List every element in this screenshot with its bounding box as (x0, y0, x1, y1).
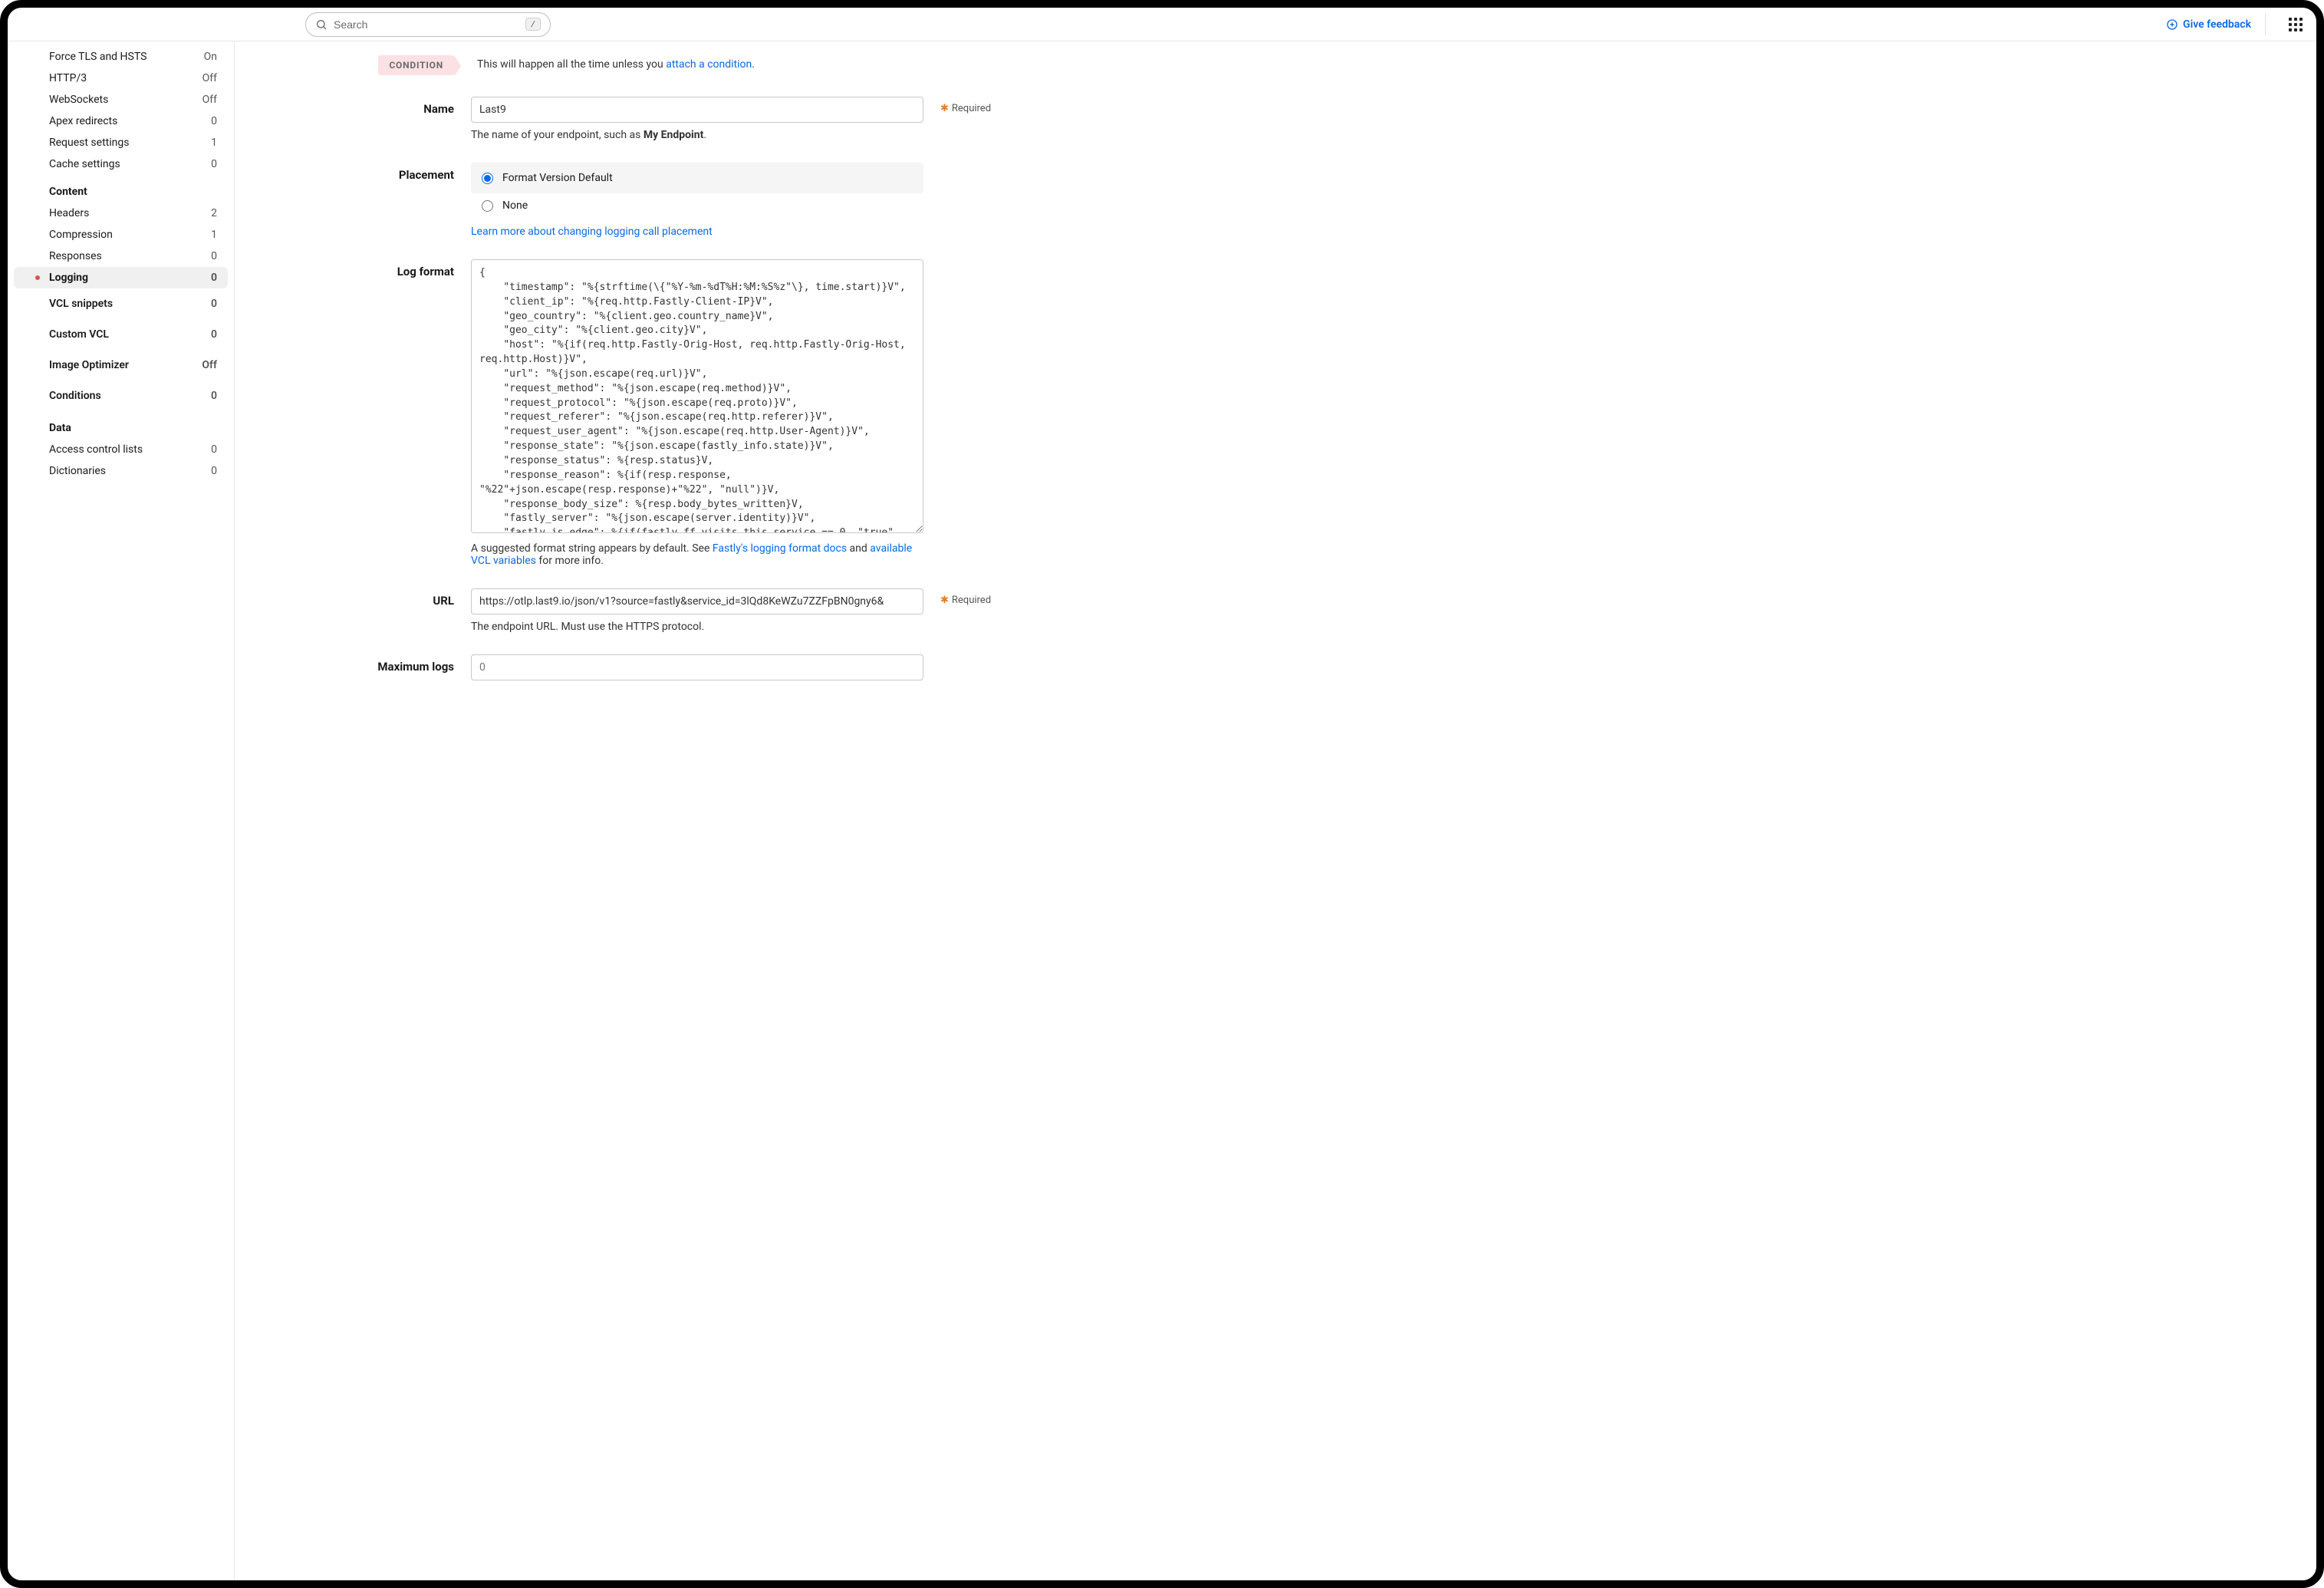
sidebar-item-label: Headers (49, 207, 89, 219)
placement-learn-more-link[interactable]: Learn more about changing logging call p… (471, 226, 713, 238)
placement-radio-group: Format Version Default (471, 163, 923, 193)
sidebar-item-compression[interactable]: Compression 1 (8, 224, 234, 245)
sidebar-item-value: Off (202, 94, 217, 106)
sidebar-item-vcl-snippets[interactable]: VCL snippets 0 (8, 288, 234, 319)
url-input[interactable] (471, 588, 923, 614)
log-format-row: Log format A suggested format string app… (262, 259, 2270, 567)
condition-badge: CONDITION (378, 55, 454, 75)
main-content: CONDITION This will happen all the time … (235, 41, 2316, 1580)
sidebar-item-cache-settings[interactable]: Cache settings 0 (8, 153, 234, 175)
sidebar-item-image-optimizer[interactable]: Image Optimizer Off (8, 350, 234, 381)
attach-condition-link[interactable]: attach a condition (666, 58, 752, 71)
sidebar-item-value: 0 (211, 158, 217, 170)
sidebar-item-custom-vcl[interactable]: Custom VCL 0 (8, 319, 234, 350)
placement-option-none[interactable]: None (471, 193, 923, 218)
max-logs-input[interactable] (471, 654, 923, 680)
placement-option-default[interactable]: Format Version Default (471, 166, 923, 190)
sidebar-item-label: VCL snippets (49, 298, 113, 310)
feedback-label: Give feedback (2183, 18, 2251, 31)
sidebar-item-value: 1 (211, 229, 217, 241)
sidebar-item-label: Conditions (49, 390, 101, 402)
sidebar-item-label: Force TLS and HSTS (49, 51, 146, 63)
logging-format-docs-link[interactable]: Fastly's logging format docs (713, 542, 847, 555)
search-input[interactable] (334, 18, 519, 31)
url-help: The endpoint URL. Must use the HTTPS pro… (471, 621, 923, 633)
sidebar-item-dictionaries[interactable]: Dictionaries 0 (8, 460, 234, 482)
sidebar-item-label: HTTP/3 (49, 72, 87, 84)
sidebar-item-value: 0 (211, 465, 217, 477)
feedback-icon (2166, 18, 2178, 31)
search-box[interactable]: / (305, 12, 551, 37)
name-help: The name of your endpoint, such as My En… (471, 129, 923, 141)
sidebar-item-conditions[interactable]: Conditions 0 (8, 381, 234, 411)
sidebar-item-label: Image Optimizer (49, 359, 129, 371)
sidebar-item-access-control-lists[interactable]: Access control lists 0 (8, 439, 234, 460)
sidebar-item-responses[interactable]: Responses 0 (8, 245, 234, 267)
sidebar-item-value: 0 (211, 298, 217, 310)
log-format-help: A suggested format string appears by def… (471, 542, 923, 567)
name-label: Name (262, 97, 454, 116)
sidebar-item-label: Data (49, 422, 71, 434)
sidebar-item-label: Content (49, 186, 87, 198)
max-logs-row: Maximum logs (262, 654, 2270, 680)
sidebar-item-label: WebSockets (49, 94, 108, 106)
placement-row: Placement Format Version Default None Le… (262, 163, 2270, 238)
placement-radio-none[interactable] (482, 200, 493, 212)
give-feedback-link[interactable]: Give feedback (2166, 14, 2266, 35)
search-shortcut-key: / (525, 18, 541, 31)
condition-row: CONDITION This will happen all the time … (262, 55, 2270, 75)
url-label: URL (262, 588, 454, 608)
sidebar-item-headers[interactable]: Headers 2 (8, 203, 234, 224)
url-row: URL The endpoint URL. Must use the HTTPS… (262, 588, 2270, 633)
sidebar-item-data: Data (8, 411, 234, 439)
sidebar-item-value: 0 (211, 115, 217, 127)
sidebar-item-value: 0 (211, 328, 217, 341)
condition-text: This will happen all the time unless you… (471, 58, 755, 71)
url-required: ✱Required (940, 588, 1002, 606)
sidebar-item-label: Compression (49, 229, 113, 241)
log-format-label: Log format (262, 259, 454, 278)
name-input[interactable] (471, 97, 923, 123)
sidebar-item-value: 0 (211, 250, 217, 262)
sidebar-item-content: Content (8, 175, 234, 203)
placement-label: Placement (262, 163, 454, 182)
sidebar-item-label: Dictionaries (49, 465, 106, 477)
sidebar-item-label: Custom VCL (49, 328, 109, 341)
sidebar-item-value: 0 (211, 390, 217, 402)
log-format-textarea[interactable] (471, 259, 923, 533)
sidebar-item-value: 0 (211, 443, 217, 456)
sidebar-item-value: Off (202, 72, 217, 84)
sidebar-item-label: Cache settings (49, 158, 120, 170)
sidebar: Force TLS and HSTS On HTTP/3 Off WebSockets O… (8, 41, 235, 1580)
sidebar-item-websockets[interactable]: WebSockets Off (8, 89, 234, 110)
name-row: Name The name of your endpoint, such as … (262, 97, 2270, 141)
sidebar-item-value: Off (202, 359, 217, 371)
sidebar-item-http-3[interactable]: HTTP/3 Off (8, 68, 234, 89)
placement-radio-default[interactable] (482, 173, 493, 184)
sidebar-item-logging[interactable]: Logging 0 (14, 267, 228, 288)
sidebar-item-value: 1 (211, 137, 217, 149)
topbar: / Give feedback (8, 8, 2316, 41)
sidebar-item-value: 0 (211, 272, 217, 284)
name-required: ✱Required (940, 97, 1002, 114)
apps-grid-icon[interactable] (2289, 18, 2303, 31)
sidebar-item-label: Request settings (49, 137, 129, 149)
sidebar-item-label: Responses (49, 250, 102, 262)
max-logs-label: Maximum logs (262, 654, 454, 674)
sidebar-item-label: Access control lists (49, 443, 143, 456)
sidebar-item-value: 2 (211, 207, 217, 219)
sidebar-item-label: Logging (49, 272, 88, 284)
sidebar-item-value: On (204, 51, 217, 63)
sidebar-item-force-tls-and-hsts[interactable]: Force TLS and HSTS On (8, 46, 234, 68)
sidebar-item-apex-redirects[interactable]: Apex redirects 0 (8, 110, 234, 132)
sidebar-item-label: Apex redirects (49, 115, 117, 127)
sidebar-item-request-settings[interactable]: Request settings 1 (8, 132, 234, 153)
search-icon (315, 18, 328, 31)
